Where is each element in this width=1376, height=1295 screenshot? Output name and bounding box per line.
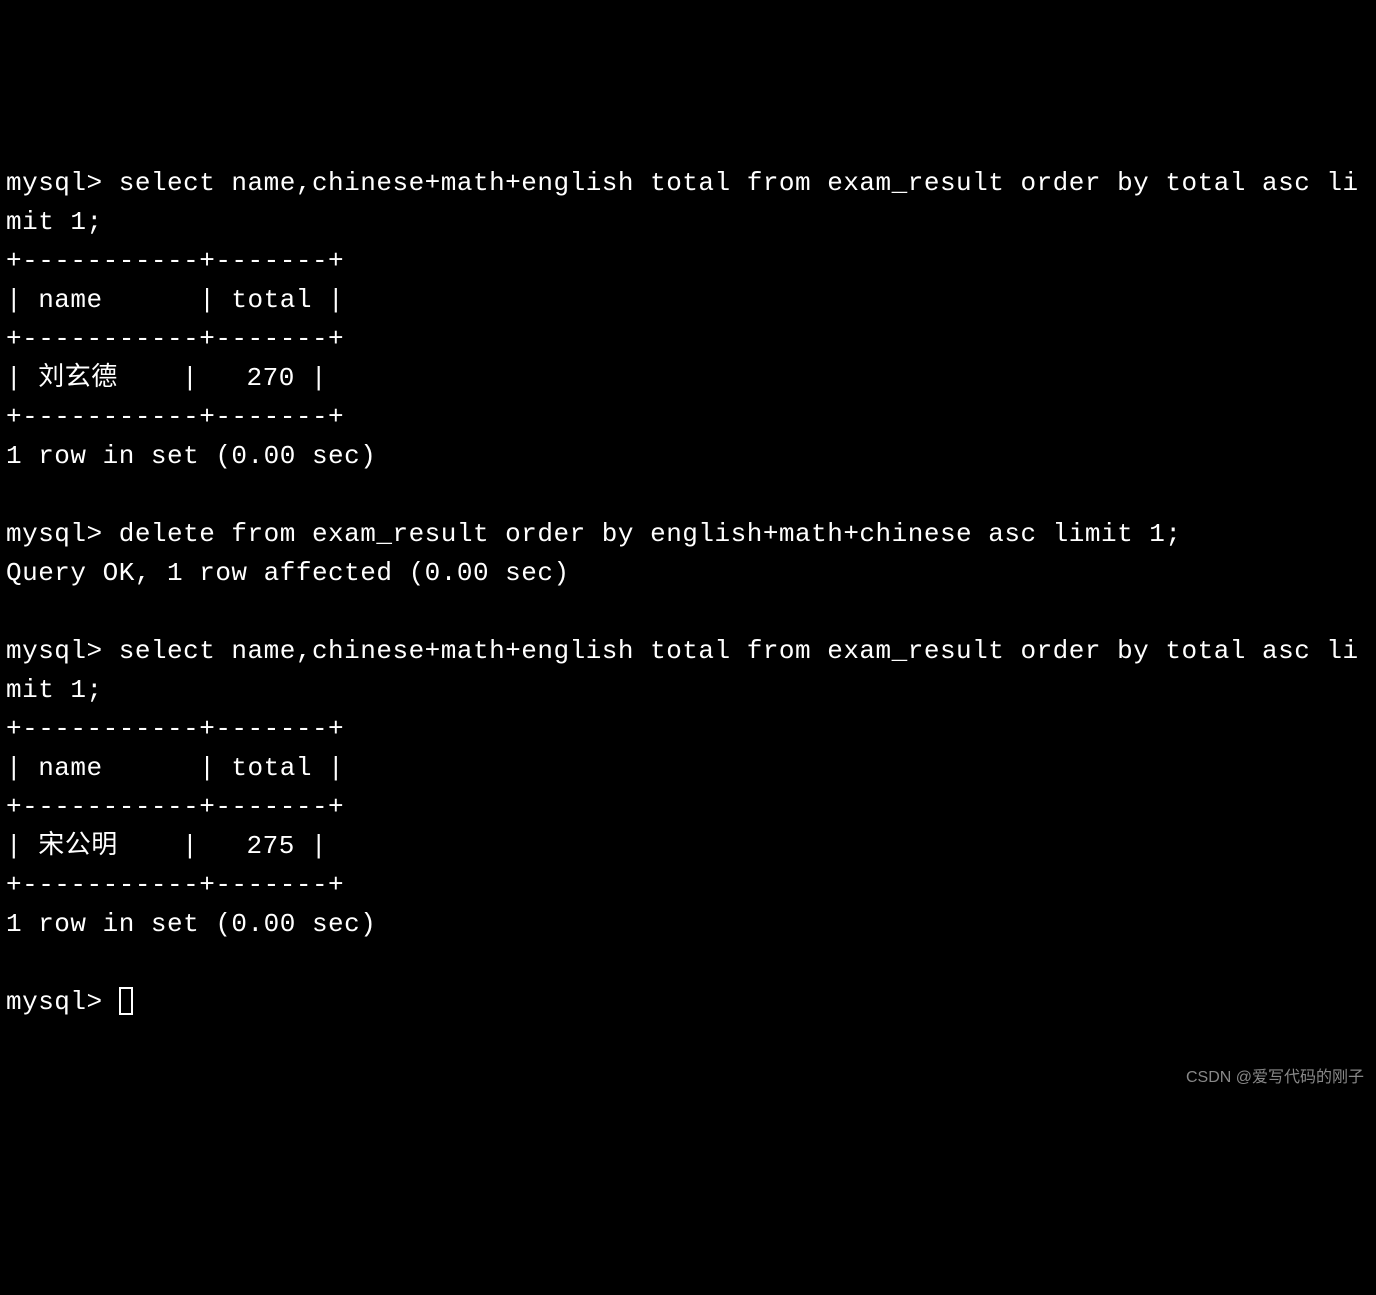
table-row: | 刘玄德 | 270 | — [6, 363, 327, 393]
mysql-prompt: mysql> — [6, 168, 119, 198]
table-header: | name | total | — [6, 753, 344, 783]
query-result-footer: 1 row in set (0.00 sec) — [6, 909, 376, 939]
table-separator: +-----------+-------+ — [6, 324, 344, 354]
query-result: Query OK, 1 row affected (0.00 sec) — [6, 558, 570, 588]
table-separator: +-----------+-------+ — [6, 870, 344, 900]
mysql-prompt: mysql> — [6, 636, 119, 666]
query-result-footer: 1 row in set (0.00 sec) — [6, 441, 376, 471]
sql-command: delete from exam_result order by english… — [119, 519, 1182, 549]
terminal-output[interactable]: mysql> select name,chinese+math+english … — [6, 164, 1370, 1022]
watermark: CSDN @爱写代码的刚子 — [1186, 1066, 1364, 1090]
mysql-prompt: mysql> — [6, 519, 119, 549]
sql-command: select name,chinese+math+english total f… — [6, 168, 1359, 237]
sql-command: select name,chinese+math+english total f… — [6, 636, 1359, 705]
table-separator: +-----------+-------+ — [6, 714, 344, 744]
terminal-cursor[interactable] — [119, 987, 133, 1015]
table-separator: +-----------+-------+ — [6, 792, 344, 822]
table-separator: +-----------+-------+ — [6, 402, 344, 432]
table-separator: +-----------+-------+ — [6, 246, 344, 276]
table-row: | 宋公明 | 275 | — [6, 831, 327, 861]
table-header: | name | total | — [6, 285, 344, 315]
mysql-prompt: mysql> — [6, 987, 119, 1017]
